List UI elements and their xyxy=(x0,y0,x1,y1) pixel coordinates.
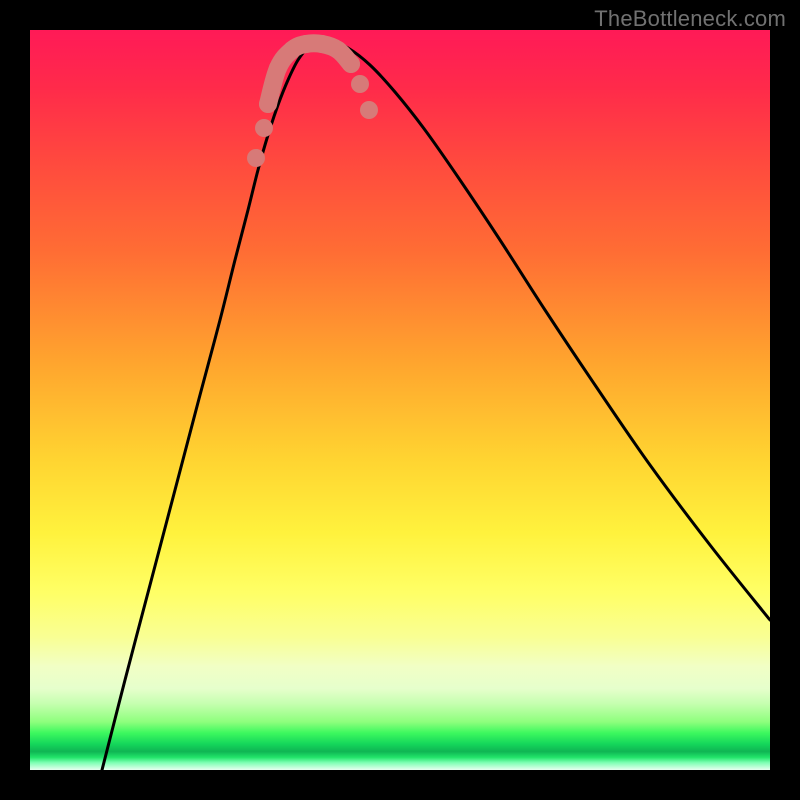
watermark-text: TheBottleneck.com xyxy=(594,6,786,32)
curve-layer xyxy=(30,30,770,770)
plot-area xyxy=(30,30,770,770)
bottleneck-curve xyxy=(102,41,770,770)
marker-dot xyxy=(351,75,369,93)
chart-stage: TheBottleneck.com xyxy=(0,0,800,800)
marker-dot xyxy=(360,101,378,119)
marker-dot xyxy=(255,119,273,137)
marker-dot xyxy=(247,149,265,167)
